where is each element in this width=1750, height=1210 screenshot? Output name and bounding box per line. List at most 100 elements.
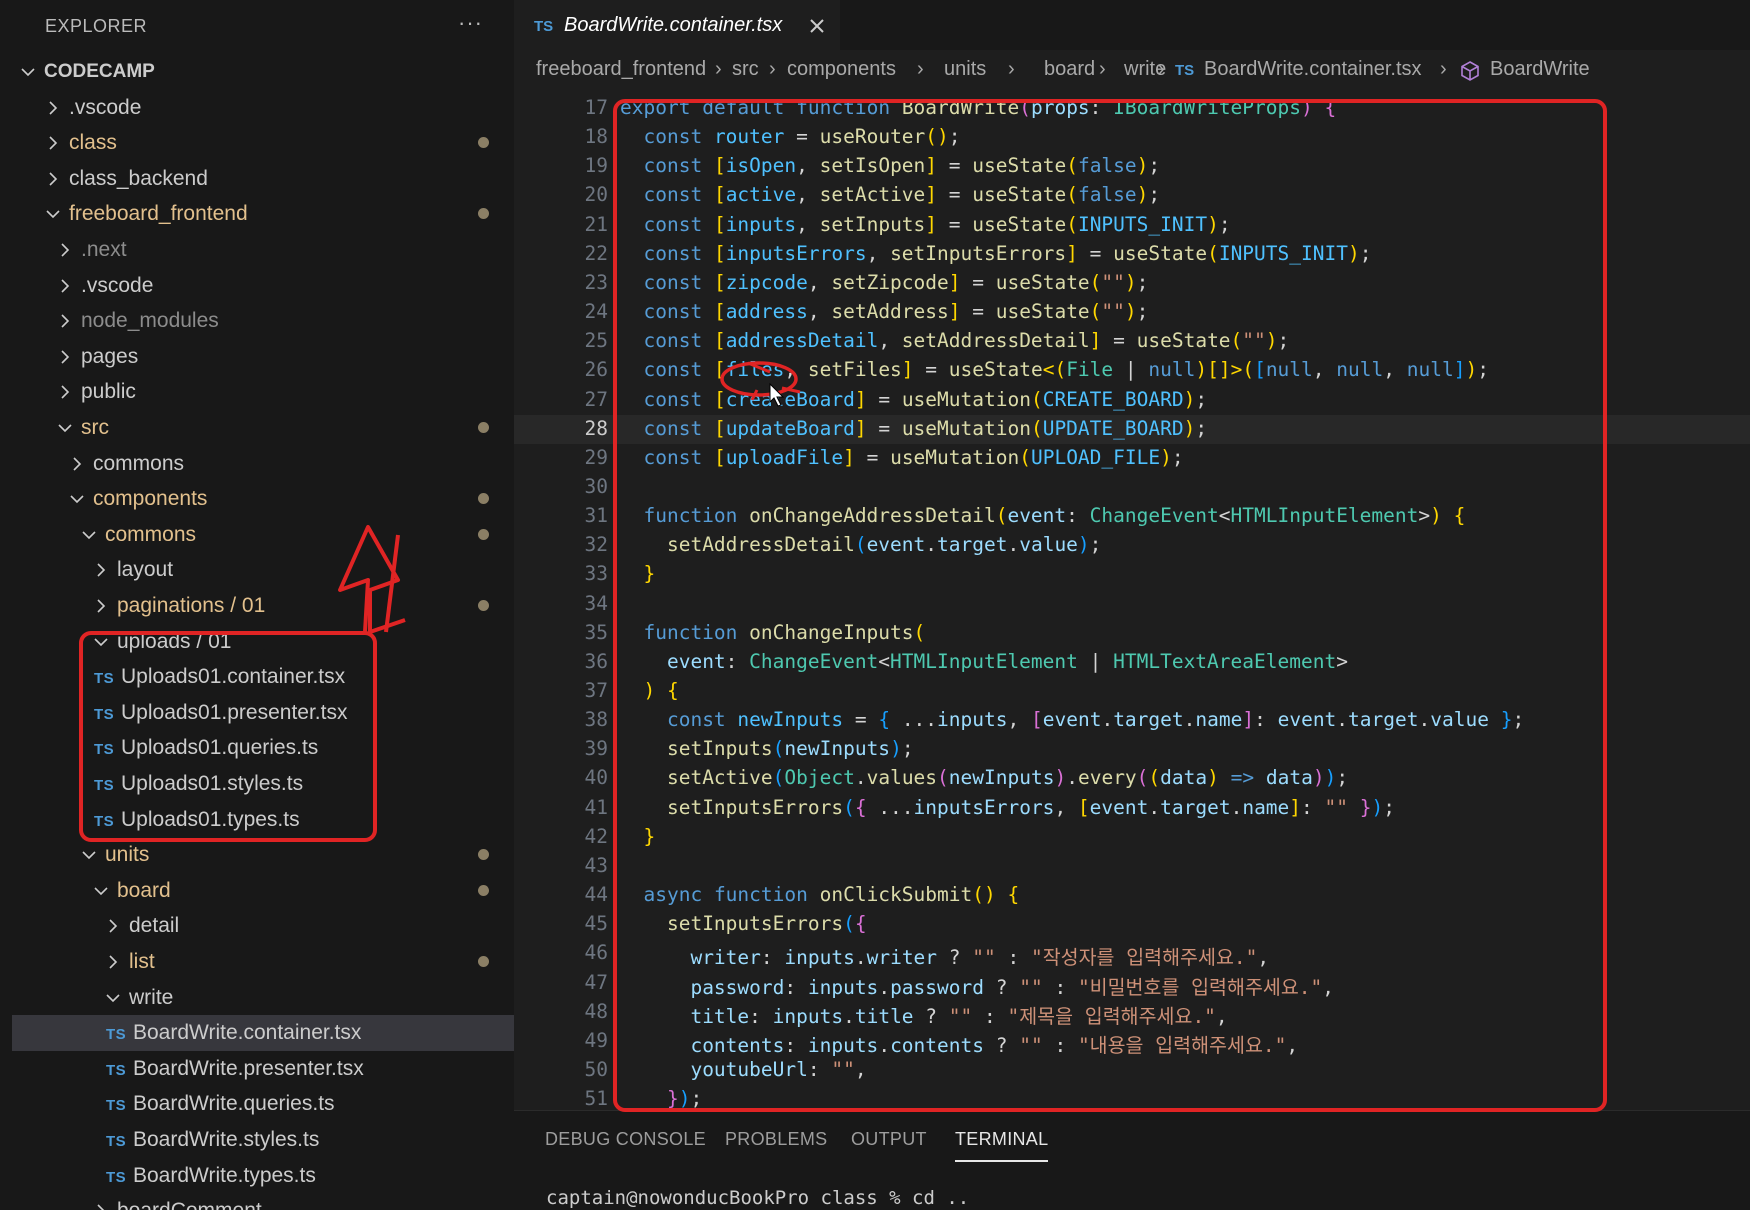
code-line[interactable]: const [updateBoard] = useMutation(UPDATE… bbox=[620, 417, 1207, 440]
chevron-right-icon[interactable] bbox=[58, 374, 72, 410]
code-line[interactable]: async function onClickSubmit() { bbox=[620, 883, 1019, 906]
file-item[interactable]: TS Uploads01.types.ts bbox=[12, 802, 514, 838]
code-line[interactable]: const [address, setAddress] = useState("… bbox=[620, 300, 1148, 323]
file-item[interactable]: TS BoardWrite.styles.ts bbox=[12, 1122, 514, 1158]
code-line[interactable]: const [active, setActive] = useState(fal… bbox=[620, 183, 1160, 206]
code-line[interactable]: } bbox=[620, 562, 655, 585]
folder-item[interactable]: uploads / 01 bbox=[12, 624, 514, 660]
code-line[interactable]: function onChangeAddressDetail(event: Ch… bbox=[620, 504, 1465, 527]
code-line[interactable]: youtubeUrl: "", bbox=[620, 1058, 866, 1081]
code-line[interactable]: setInputs(newInputs); bbox=[620, 737, 914, 760]
chevron-right-icon[interactable] bbox=[106, 944, 120, 980]
close-icon[interactable] bbox=[806, 15, 828, 37]
breadcrumb-item[interactable]: BoardWrite bbox=[1490, 58, 1590, 81]
code-line[interactable]: password: inputs.password ? "" : "비밀번호를 … bbox=[620, 971, 1334, 1000]
folder-item[interactable]: node_modules bbox=[12, 303, 514, 339]
breadcrumb-item[interactable]: freeboard_frontend bbox=[536, 58, 706, 81]
code-line[interactable]: setInputsErrors({ ...inputsErrors, [even… bbox=[620, 796, 1395, 819]
code-line[interactable]: export default function BoardWrite(props… bbox=[620, 96, 1336, 119]
folder-item[interactable]: commons bbox=[12, 446, 514, 482]
chevron-right-icon[interactable] bbox=[106, 908, 120, 944]
folder-item[interactable]: list bbox=[12, 944, 514, 980]
tab-output[interactable]: OUTPUT bbox=[851, 1129, 927, 1150]
code-line[interactable]: setAddressDetail(event.target.value); bbox=[620, 533, 1101, 556]
code-line[interactable]: const [isOpen, setIsOpen] = useState(fal… bbox=[620, 154, 1160, 177]
file-item[interactable]: TS BoardWrite.presenter.tsx bbox=[12, 1051, 514, 1087]
code-line[interactable]: contents: inputs.contents ? "" : "내용을 입력… bbox=[620, 1029, 1298, 1058]
folder-item[interactable]: detail bbox=[12, 908, 514, 944]
chevron-right-icon[interactable] bbox=[58, 339, 72, 375]
chevron-right-icon[interactable] bbox=[94, 588, 108, 624]
folder-item[interactable]: class bbox=[12, 125, 514, 161]
code-line[interactable]: ) { bbox=[620, 679, 678, 702]
tab-debug-console[interactable]: DEBUG CONSOLE bbox=[545, 1129, 706, 1150]
code-line[interactable]: function onChangeInputs( bbox=[620, 621, 925, 644]
tab-boardwrite-container[interactable]: TS BoardWrite.container.tsx bbox=[514, 0, 840, 50]
breadcrumb-item[interactable]: components bbox=[787, 58, 896, 81]
code-line[interactable]: } bbox=[620, 825, 655, 848]
file-item[interactable]: TS Uploads01.presenter.tsx bbox=[12, 695, 514, 731]
breadcrumb-item[interactable]: src bbox=[732, 58, 759, 81]
code-line[interactable]: const router = useRouter(); bbox=[620, 125, 960, 148]
workspace-root[interactable]: CODECAMP bbox=[12, 54, 514, 90]
code-line[interactable]: const newInputs = { ...inputs, [event.ta… bbox=[620, 708, 1524, 731]
breadcrumb-item[interactable]: BoardWrite.container.tsx bbox=[1204, 58, 1422, 81]
folder-item[interactable]: write bbox=[12, 980, 514, 1016]
chevron-right-icon[interactable] bbox=[94, 1193, 108, 1210]
chevron-right-icon[interactable] bbox=[58, 303, 72, 339]
chevron-right-icon[interactable] bbox=[94, 552, 108, 588]
folder-item[interactable]: freeboard_frontend bbox=[12, 196, 514, 232]
code-editor[interactable]: 17 export default function BoardWrite(pro… bbox=[514, 94, 1750, 1110]
code-line[interactable]: event: ChangeEvent<HTMLInputElement | HT… bbox=[620, 650, 1348, 673]
code-line[interactable]: setInputsErrors({ bbox=[620, 912, 867, 935]
code-line[interactable]: title: inputs.title ? "" : "제목을 입력해주세요."… bbox=[620, 1000, 1227, 1029]
folder-item[interactable]: pages bbox=[12, 339, 514, 375]
chevron-down-icon[interactable] bbox=[94, 624, 108, 660]
chevron-down-icon[interactable] bbox=[46, 196, 60, 232]
chevron-down-icon[interactable] bbox=[82, 837, 96, 873]
chevron-down-icon[interactable] bbox=[106, 980, 120, 1016]
file-item[interactable]: TS Uploads01.styles.ts bbox=[12, 766, 514, 802]
folder-item[interactable]: .vscode bbox=[12, 90, 514, 126]
chevron-down-icon[interactable] bbox=[94, 873, 108, 909]
folder-item[interactable]: commons bbox=[12, 517, 514, 553]
code-line[interactable]: }); bbox=[620, 1087, 702, 1110]
file-item[interactable]: TS BoardWrite.queries.ts bbox=[12, 1086, 514, 1122]
more-actions-icon[interactable]: ··· bbox=[458, 10, 483, 36]
folder-item[interactable]: class_backend bbox=[12, 161, 514, 197]
breadcrumb-item[interactable]: board bbox=[1044, 58, 1095, 81]
chevron-down-icon[interactable] bbox=[82, 517, 96, 553]
chevron-right-icon[interactable] bbox=[46, 90, 60, 126]
file-item[interactable]: TS BoardWrite.container.tsx bbox=[12, 1015, 514, 1051]
chevron-down-icon[interactable] bbox=[21, 54, 35, 90]
folder-item[interactable]: components bbox=[12, 481, 514, 517]
code-line[interactable]: const [uploadFile] = useMutation(UPLOAD_… bbox=[620, 446, 1183, 469]
code-line[interactable]: setActive(Object.values(newInputs).every… bbox=[620, 766, 1348, 789]
folder-item[interactable]: src bbox=[12, 410, 514, 446]
code-line[interactable]: const [addressDetail, setAddressDetail] … bbox=[620, 329, 1289, 352]
tab-problems[interactable]: PROBLEMS bbox=[725, 1129, 827, 1150]
chevron-right-icon[interactable] bbox=[58, 268, 72, 304]
folder-item[interactable]: .next bbox=[12, 232, 514, 268]
folder-item[interactable]: boardComment bbox=[12, 1193, 514, 1210]
file-item[interactable]: TS Uploads01.container.tsx bbox=[12, 659, 514, 695]
folder-item[interactable]: board bbox=[12, 873, 514, 909]
folder-item[interactable]: layout bbox=[12, 552, 514, 588]
tab-terminal[interactable]: TERMINAL bbox=[955, 1129, 1049, 1162]
terminal-output-line[interactable]: captain@nowonducBookPro class % cd .. bbox=[546, 1187, 969, 1209]
folder-item[interactable]: paginations / 01 bbox=[12, 588, 514, 624]
chevron-right-icon[interactable] bbox=[46, 161, 60, 197]
chevron-down-icon[interactable] bbox=[70, 481, 84, 517]
code-line[interactable]: writer: inputs.writer ? "" : "작성자를 입력해주세… bbox=[620, 941, 1269, 970]
chevron-right-icon[interactable] bbox=[70, 446, 84, 482]
code-line[interactable]: const [zipcode, setZipcode] = useState("… bbox=[620, 271, 1148, 294]
folder-item[interactable]: units bbox=[12, 837, 514, 873]
chevron-down-icon[interactable] bbox=[58, 410, 72, 446]
code-line[interactable]: const [inputs, setInputs] = useState(INP… bbox=[620, 213, 1230, 236]
code-line[interactable]: const [createBoard] = useMutation(CREATE… bbox=[620, 388, 1207, 411]
chevron-right-icon[interactable] bbox=[46, 125, 60, 161]
folder-item[interactable]: public bbox=[12, 374, 514, 410]
folder-item[interactable]: .vscode bbox=[12, 268, 514, 304]
code-line[interactable]: const [files, setFiles] = useState<(File… bbox=[620, 358, 1488, 381]
chevron-right-icon[interactable] bbox=[58, 232, 72, 268]
